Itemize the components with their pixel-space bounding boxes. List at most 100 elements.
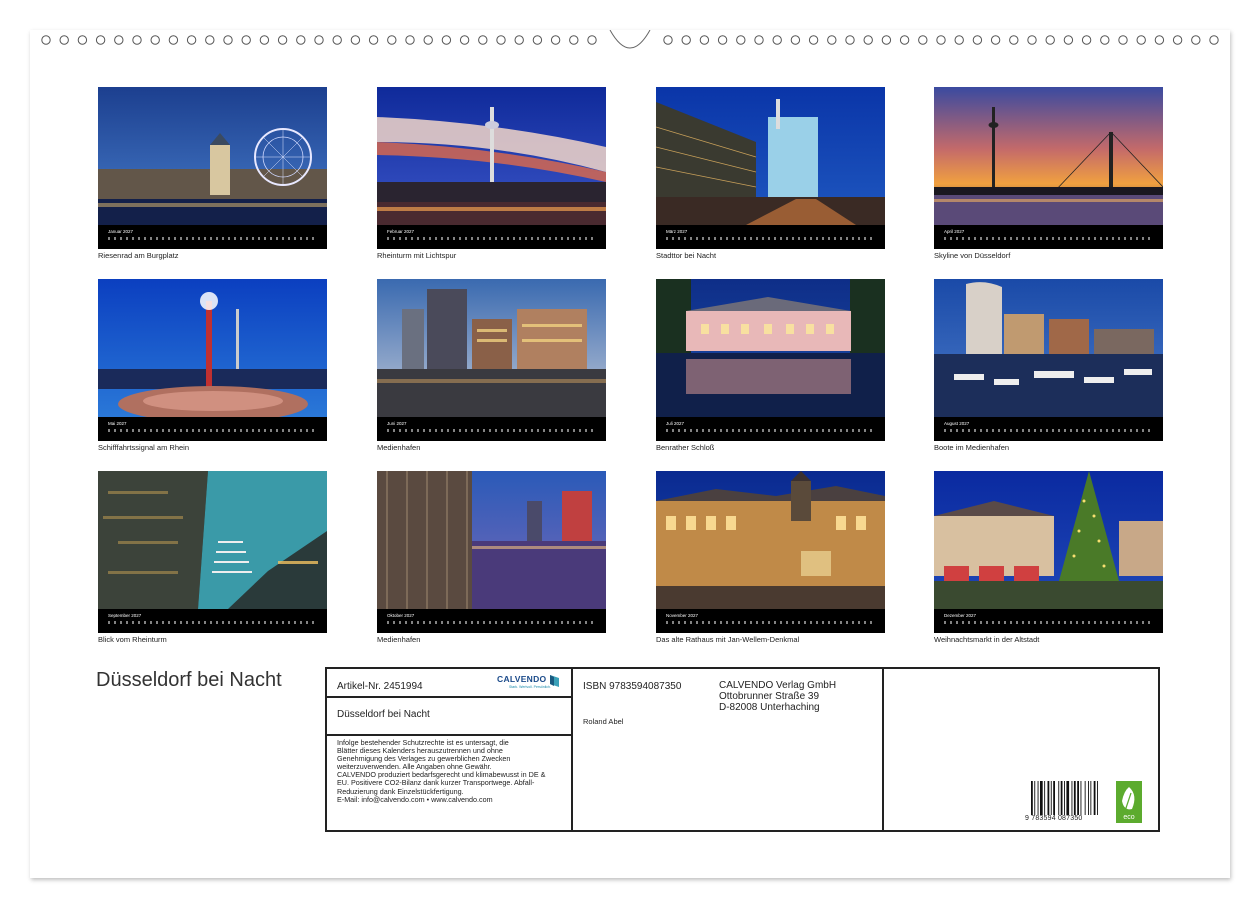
binding-ring	[77, 35, 88, 45]
divider	[882, 669, 884, 830]
binding-ring	[736, 35, 746, 45]
binding-ring	[1154, 35, 1165, 45]
binding-ring	[405, 35, 415, 45]
barcode-bar	[1084, 781, 1086, 815]
publisher-address: CALVENDO Verlag GmbH Ottobrunner Straße …	[719, 680, 836, 713]
hanger-hook	[609, 30, 651, 49]
barcode-bar	[1093, 781, 1096, 815]
month-thumbnail-april: April 2027	[934, 87, 1163, 249]
binding-ring	[845, 35, 855, 45]
binding-ring	[1209, 35, 1219, 45]
article-number: Artikel-Nr. 2451994	[337, 681, 423, 692]
barcode-digits: 9 783594 087350	[1025, 815, 1083, 822]
calendar-strip: März 2027	[656, 225, 885, 249]
photo-caption: Stadttor bei Nacht	[656, 251, 717, 260]
month-thumbnail-oktober: Oktober 2027	[377, 471, 606, 633]
binding-ring	[41, 35, 51, 45]
binding-ring	[1081, 35, 1092, 45]
month-label: Mai 2027	[108, 421, 127, 426]
photo-boote	[934, 279, 1163, 417]
photo-benrather-schloss	[656, 279, 885, 417]
binding-ring	[532, 35, 543, 45]
photo-caption: Rheinturm mit Lichtspur	[377, 251, 457, 260]
barcode-bar	[1073, 781, 1076, 815]
divider	[327, 734, 571, 736]
day-grid	[944, 237, 1154, 240]
day-grid	[944, 429, 1154, 432]
month-label: Juni 2027	[387, 421, 407, 426]
photo-caption: Boote im Medienhafen	[934, 443, 1010, 452]
photo-caption: Benrather Schloß	[656, 443, 715, 452]
binding-ring	[1191, 35, 1201, 45]
binding-ring	[314, 35, 324, 45]
day-grid	[387, 237, 597, 240]
binding-ring	[990, 35, 1001, 45]
binding-ring	[368, 35, 379, 45]
binding-ring	[550, 35, 561, 45]
month-thumbnail-juli: Juli 2027	[656, 279, 885, 441]
photo-caption: Das alte Rathaus mit Jan-Wellem-Denkmal	[656, 635, 800, 644]
binding-ring	[332, 35, 342, 45]
binding-ring	[423, 35, 433, 45]
barcode-bar	[1097, 781, 1098, 815]
binding-ring	[496, 35, 506, 45]
calvendo-logo: CALVENDO	[497, 674, 547, 684]
barcode-bar	[1040, 781, 1043, 815]
month-label: August 2027	[944, 421, 970, 426]
photo-weihnachtsmarkt	[934, 471, 1163, 609]
binding-ring	[277, 35, 288, 45]
day-grid	[944, 621, 1154, 624]
day-grid	[666, 429, 876, 432]
binding-ring	[1045, 35, 1055, 45]
photo-skyline	[934, 87, 1163, 225]
legal-notice: Infolge bestehender Schutzrechte ist es …	[337, 738, 567, 804]
publisher-line: D-82008 Unterhaching	[719, 702, 820, 713]
binding-ring	[514, 35, 524, 45]
binding-ring	[1063, 35, 1074, 45]
binding-ring	[681, 35, 691, 45]
month-thumbnail-mai: Mai 2027	[98, 279, 327, 441]
photo-blick-vom-rheinturm	[98, 471, 327, 609]
binding-ring	[387, 35, 397, 45]
barcode-bar	[1064, 781, 1065, 815]
calendar-strip: Oktober 2027	[377, 609, 606, 633]
barcode	[1031, 781, 1098, 815]
binding-ring	[972, 35, 983, 45]
binding-ring	[459, 35, 470, 45]
author: Roland Abel	[583, 717, 624, 726]
photo-stadttor	[656, 87, 885, 225]
photo-rheinturm	[377, 87, 606, 225]
month-label: März 2027	[666, 229, 688, 234]
barcode-bar	[1053, 781, 1055, 815]
day-grid	[666, 621, 876, 624]
eco-label: eco	[1123, 814, 1134, 821]
barcode-bar	[1058, 781, 1060, 815]
binding-ring	[205, 35, 215, 45]
binding-ring	[1027, 35, 1037, 45]
calendar-title: Düsseldorf bei Nacht	[96, 669, 282, 691]
publisher-info-box: Artikel-Nr. 2451994 CALVENDO Stark. Wert…	[325, 667, 1160, 832]
binding-ring	[296, 35, 306, 45]
binding-ring	[132, 35, 142, 45]
binding-ring	[59, 35, 69, 45]
binding-ring	[186, 35, 197, 45]
binding-ring	[863, 35, 873, 45]
notice-line: E-Mail: info@calvendo.com • www.calvendo…	[337, 794, 493, 804]
month-label: Oktober 2027	[387, 613, 415, 618]
day-grid	[387, 621, 597, 624]
binding-ring	[1136, 35, 1146, 45]
eco-badge-icon: eco	[1116, 781, 1142, 823]
binding-ring	[95, 35, 106, 45]
binding-ring	[168, 35, 179, 45]
binding-ring	[881, 35, 892, 45]
binding-ring	[223, 35, 233, 45]
binding-ring	[259, 35, 270, 45]
binding-ring	[441, 35, 452, 45]
month-thumbnail-februar: Februar 2027	[377, 87, 606, 249]
binding-ring	[1118, 35, 1128, 45]
binding-ring	[478, 35, 488, 45]
month-label: Januar 2027	[108, 229, 134, 234]
info-title: Düsseldorf bei Nacht	[337, 709, 430, 720]
photo-altes-rathaus	[656, 471, 885, 609]
binding-ring	[569, 35, 579, 45]
